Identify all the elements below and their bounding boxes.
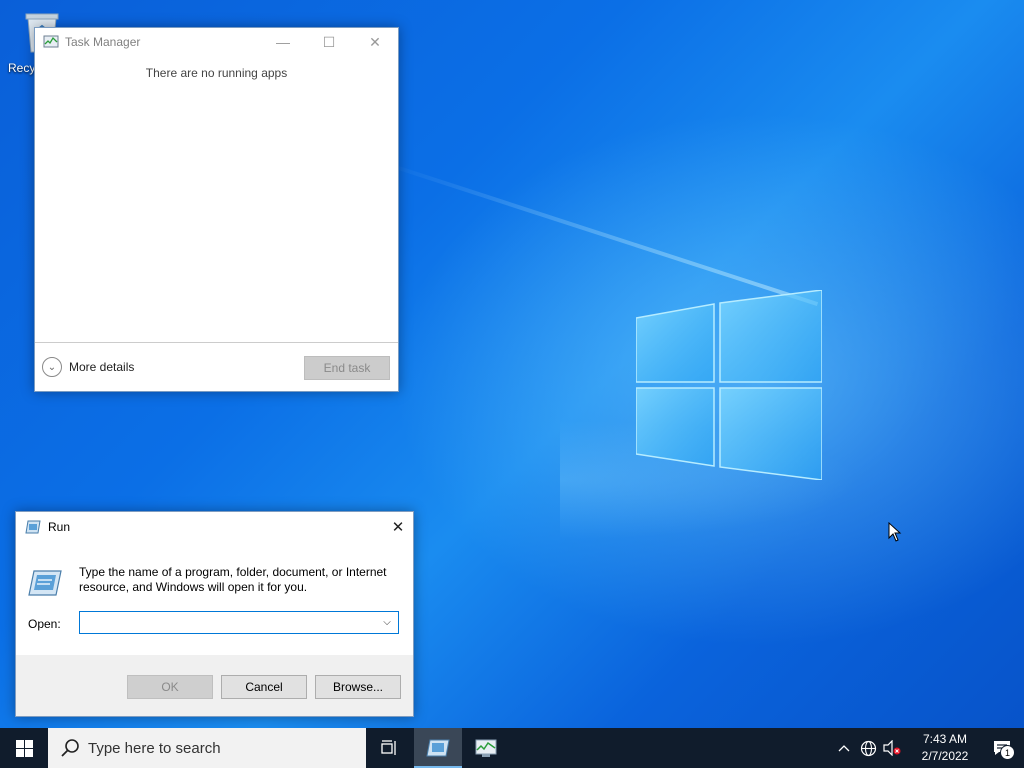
chevron-down-icon[interactable]: ⌵ xyxy=(378,613,396,632)
start-button[interactable] xyxy=(0,728,48,768)
volume-button[interactable] xyxy=(880,728,904,768)
speaker-muted-icon xyxy=(883,740,901,756)
mouse-cursor-icon xyxy=(888,522,902,542)
maximize-button[interactable]: ☐ xyxy=(306,28,352,56)
task-manager-footer: ⌄ More details End task xyxy=(35,342,398,391)
run-close-button[interactable]: ✕ xyxy=(383,512,413,542)
task-view-icon xyxy=(381,740,396,755)
open-input[interactable] xyxy=(82,612,376,633)
minimize-button[interactable]: — xyxy=(260,28,306,56)
taskbar-run-button[interactable] xyxy=(414,728,462,768)
no-apps-message: There are no running apps xyxy=(145,66,288,80)
task-manager-window: Task Manager — ☐ ✕ There are no running … xyxy=(34,27,399,392)
action-center-button[interactable]: 1 xyxy=(980,728,1024,768)
system-tray: 7:43 AM 2/7/2022 1 xyxy=(832,728,1024,768)
run-titlebar[interactable]: Run ✕ xyxy=(16,512,413,542)
task-manager-app-icon xyxy=(475,739,497,757)
run-program-icon xyxy=(28,570,62,596)
run-title: Run xyxy=(48,520,71,534)
clock-date: 2/7/2022 xyxy=(921,749,969,763)
chevron-down-icon: ⌄ xyxy=(42,357,62,377)
task-manager-title: Task Manager xyxy=(65,35,141,49)
search-placeholder: Type here to search xyxy=(88,739,221,757)
task-manager-app-icon xyxy=(43,35,59,48)
taskbar: Type here to search 7:43 AM 2/7/2022 1 xyxy=(0,728,1024,768)
taskbar-search-box[interactable]: Type here to search xyxy=(48,728,366,768)
notification-count-badge: 1 xyxy=(1000,745,1015,760)
cancel-button[interactable]: Cancel xyxy=(221,675,307,699)
more-details-label: More details xyxy=(69,360,135,374)
ok-button[interactable]: OK xyxy=(127,675,213,699)
run-body: Type the name of a program, folder, docu… xyxy=(16,542,413,655)
end-task-button[interactable]: End task xyxy=(304,356,390,380)
windows-start-icon xyxy=(15,739,33,757)
close-button[interactable]: ✕ xyxy=(352,28,398,56)
run-app-icon xyxy=(426,739,450,757)
light-beam xyxy=(379,160,819,307)
run-description: Type the name of a program, folder, docu… xyxy=(79,565,387,594)
open-combobox[interactable]: ⌵ xyxy=(79,611,399,634)
task-view-button[interactable] xyxy=(366,728,414,768)
more-details-button[interactable]: ⌄ More details xyxy=(42,357,134,377)
network-globe-icon xyxy=(860,740,876,756)
run-app-icon xyxy=(25,520,41,534)
browse-button[interactable]: Browse... xyxy=(315,675,401,699)
search-icon xyxy=(61,739,79,757)
clock[interactable]: 7:43 AM 2/7/2022 xyxy=(910,731,980,765)
clock-time: 7:43 AM xyxy=(922,732,968,746)
taskbar-task-manager-button[interactable] xyxy=(462,728,510,768)
task-manager-titlebar[interactable]: Task Manager — ☐ ✕ xyxy=(35,28,398,56)
show-hidden-icons-button[interactable] xyxy=(832,728,856,768)
run-dialog: Run ✕ Type the name of a program, folder… xyxy=(15,511,414,717)
windows-wallpaper-logo xyxy=(636,290,822,480)
open-label: Open: xyxy=(28,617,61,631)
network-button[interactable] xyxy=(856,728,880,768)
chevron-up-icon xyxy=(838,745,850,752)
